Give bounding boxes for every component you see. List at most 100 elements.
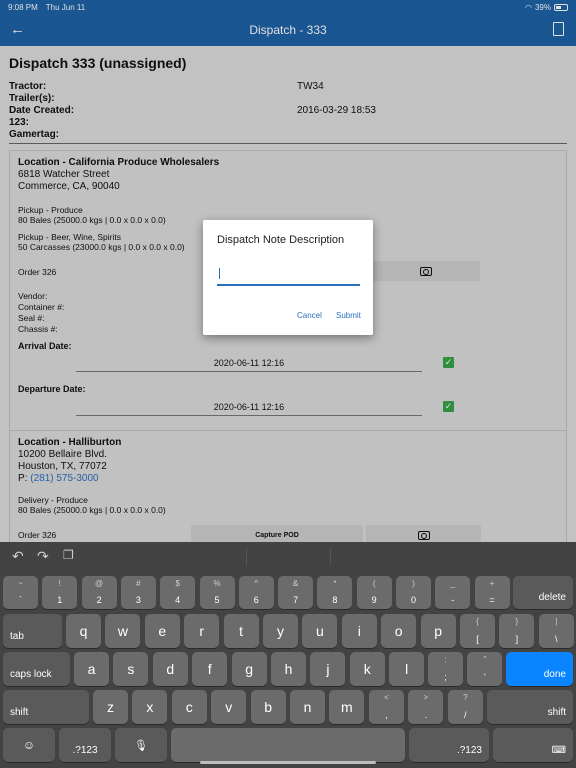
key-shift-label: % [213, 579, 221, 588]
key-symbol-r2-0[interactable]: {[ [460, 614, 495, 648]
key-number-9[interactable]: (9 [356, 576, 392, 609]
caps-lock-key[interactable]: caps lock [3, 652, 70, 686]
key-label: 5 [214, 595, 220, 605]
microphone-icon: 🎙 [134, 739, 148, 752]
key-t[interactable]: t [223, 614, 259, 648]
key-number-4[interactable]: $4 [160, 576, 196, 609]
key-symbol-r4-2[interactable]: ? / [447, 690, 483, 724]
redo-icon[interactable]: ↷ [37, 548, 49, 565]
key-y[interactable]: y [263, 614, 298, 648]
key-shift-label: " [483, 655, 487, 664]
space-key[interactable] [171, 728, 405, 762]
key-label: 1 [57, 595, 63, 605]
key-number-2[interactable]: @2 [81, 576, 117, 609]
key-n[interactable]: n [290, 690, 325, 724]
key-r[interactable]: r [184, 614, 220, 648]
cancel-button[interactable]: Cancel [297, 311, 322, 320]
emoji-icon: ☺ [22, 738, 36, 752]
clipboard-icon[interactable]: ❐ [63, 548, 74, 562]
key-k[interactable]: k [349, 652, 385, 686]
key-c[interactable]: c [171, 690, 207, 724]
key-label: [ [476, 634, 479, 644]
key-number-1[interactable]: ! 1 [42, 576, 78, 609]
key-f[interactable]: f [192, 652, 228, 686]
undo-icon[interactable]: ↶ [12, 548, 24, 565]
dialog-title: Dispatch Note Description [217, 234, 345, 246]
key-shift-label: _ [450, 579, 456, 588]
key-label: / [464, 710, 467, 720]
key-q[interactable]: q [66, 614, 101, 648]
submit-button[interactable]: Submit [336, 311, 361, 320]
key-v[interactable]: v [211, 690, 247, 724]
key-number-10[interactable]: ) 0 [396, 576, 431, 609]
key-shift-label: : [444, 655, 447, 664]
key-z[interactable]: z [93, 690, 128, 724]
key-shift-label: ( [372, 579, 376, 588]
key-m[interactable]: m [329, 690, 365, 724]
key-o[interactable]: o [381, 614, 417, 648]
key-number-12[interactable]: + = [474, 576, 510, 609]
key-w[interactable]: w [105, 614, 141, 648]
key-u[interactable]: u [302, 614, 338, 648]
key-label: 6 [253, 595, 259, 605]
key-b[interactable]: b [250, 690, 286, 724]
key-shift-label: ? [463, 693, 468, 702]
key-a[interactable]: a [74, 652, 109, 686]
key-number-8[interactable]: * 8 [317, 576, 353, 609]
key-shift-label: { [476, 617, 479, 626]
keyboard-hide-key[interactable]: ⌨ [493, 728, 573, 762]
key-shift-label: $ [175, 579, 180, 588]
key-symbol-r2-2[interactable]: | \ [538, 614, 574, 648]
key-shift-label: ) [412, 579, 415, 588]
key-shift-label: < [384, 693, 389, 702]
key-number-11[interactable]: _ - [435, 576, 471, 609]
key-label: 4 [175, 595, 181, 605]
key-label: ] [515, 634, 519, 644]
key-shift-label: ! [58, 579, 61, 588]
key-number-5[interactable]: % 5 [199, 576, 235, 609]
key-label: = [489, 595, 495, 605]
key-shift-label: ~ [18, 579, 23, 588]
key-x[interactable]: x [132, 690, 168, 724]
key-number-6[interactable]: ^ 6 [238, 576, 274, 609]
toolbar-divider [330, 548, 331, 566]
emoji-key[interactable]: ☺ [3, 728, 55, 762]
key-label: 2 [96, 595, 102, 605]
key-h[interactable]: h [271, 652, 306, 686]
key-i[interactable]: i [341, 614, 377, 648]
keyboard-hide-icon: ⌨ [551, 745, 566, 756]
done-key[interactable]: done [506, 652, 573, 686]
dictation-key[interactable]: 🎙 [115, 728, 167, 762]
numbers-key-right[interactable]: .?123 [409, 728, 489, 762]
key-j[interactable]: j [310, 652, 346, 686]
key-number-0[interactable]: ~ ` [3, 576, 38, 609]
delete-key[interactable]: delete [513, 576, 573, 609]
home-indicator[interactable] [200, 761, 376, 764]
key-label: 9 [371, 595, 377, 605]
shift-key-right[interactable]: shift [487, 690, 573, 724]
key-label: ` [19, 595, 22, 605]
key-number-7[interactable]: & 7 [278, 576, 314, 609]
keyboard-toolbar: ↶ ↷ ❐ [0, 542, 576, 572]
note-description-input[interactable] [217, 266, 360, 286]
key-d[interactable]: d [152, 652, 188, 686]
key-symbol-r3-0[interactable]: :; [428, 652, 463, 686]
key-label: ; [444, 672, 447, 682]
numbers-key-left[interactable]: .?123 [59, 728, 111, 762]
tab-key[interactable]: tab [3, 614, 62, 648]
key-symbol-r2-1[interactable]: }] [499, 614, 535, 648]
key-symbol-r4-1[interactable]: >. [408, 690, 444, 724]
key-g[interactable]: g [231, 652, 267, 686]
key-shift-label: & [292, 579, 299, 588]
shift-key-left[interactable]: shift [3, 690, 89, 724]
key-s[interactable]: s [113, 652, 149, 686]
key-p[interactable]: p [420, 614, 456, 648]
key-symbol-r3-1[interactable]: " ' [467, 652, 503, 686]
key-symbol-r4-0[interactable]: <, [369, 690, 404, 724]
key-shift-label: + [489, 579, 495, 588]
key-e[interactable]: e [144, 614, 180, 648]
key-shift-label: ^ [254, 579, 259, 588]
key-l[interactable]: l [389, 652, 425, 686]
key-shift-label: | [555, 617, 558, 626]
key-number-3[interactable]: #3 [120, 576, 156, 609]
